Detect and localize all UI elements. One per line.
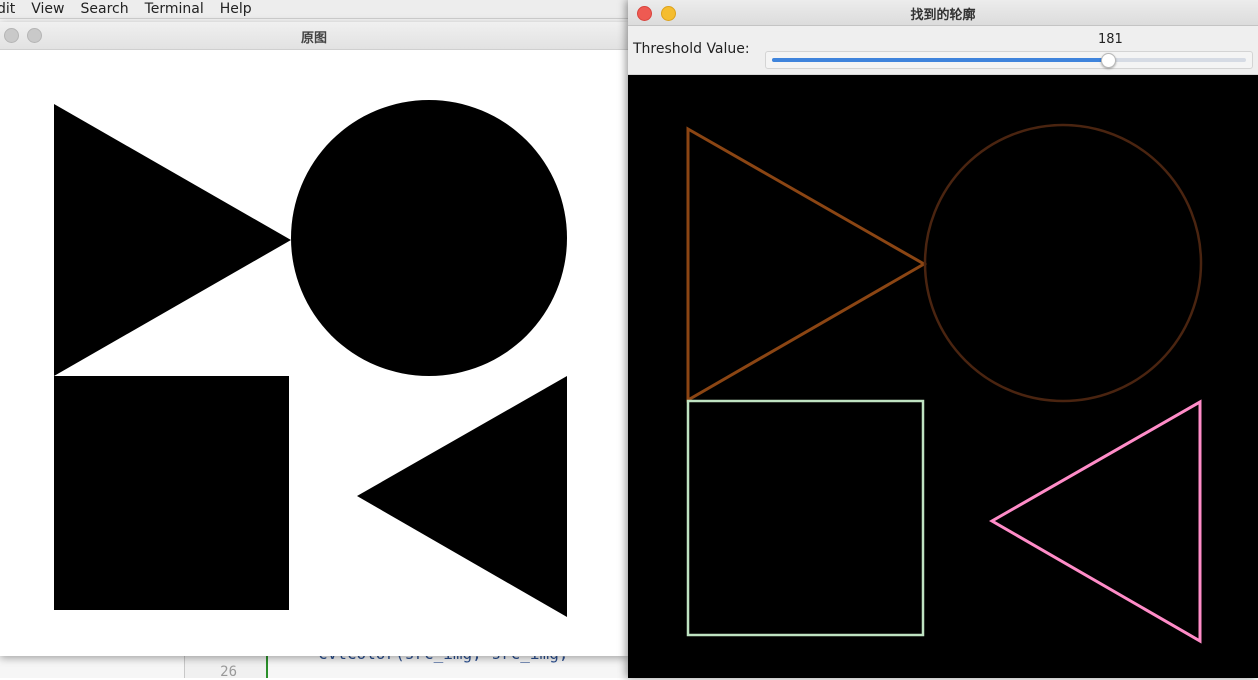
window-title: 找到的轮廓 [910,8,976,23]
triangle-contour [686,126,928,403]
triangle-contour-left [988,399,1202,644]
contours-window[interactable]: 找到的轮廓 Threshold Value: 181 [628,0,1258,678]
original-image-window[interactable]: 原图 [0,22,628,656]
slider-thumb[interactable] [1101,53,1116,68]
menu-terminal[interactable]: Terminal [145,1,204,17]
menu-edit[interactable]: dit [0,1,15,17]
threshold-value: 181 [1098,32,1123,47]
filled-circle [291,100,567,376]
window-titlebar[interactable]: 原图 [0,22,628,50]
slider-fill [772,58,1108,62]
window-title: 原图 [300,31,327,46]
trackbar-panel: Threshold Value: 181 [628,26,1258,75]
filled-square [54,376,289,610]
original-image-canvas [0,50,628,656]
editor-menubar: dit View Search Terminal Help [0,0,640,19]
square-contour [686,399,925,637]
menu-help[interactable]: Help [220,1,252,17]
threshold-label: Threshold Value: [633,41,750,57]
threshold-slider[interactable] [765,51,1253,69]
menu-view[interactable]: View [31,1,64,17]
circle-contour [923,123,1203,403]
window-titlebar[interactable]: 找到的轮廓 [628,0,1258,26]
contours-canvas [686,123,1203,644]
menu-search[interactable]: Search [81,1,129,17]
